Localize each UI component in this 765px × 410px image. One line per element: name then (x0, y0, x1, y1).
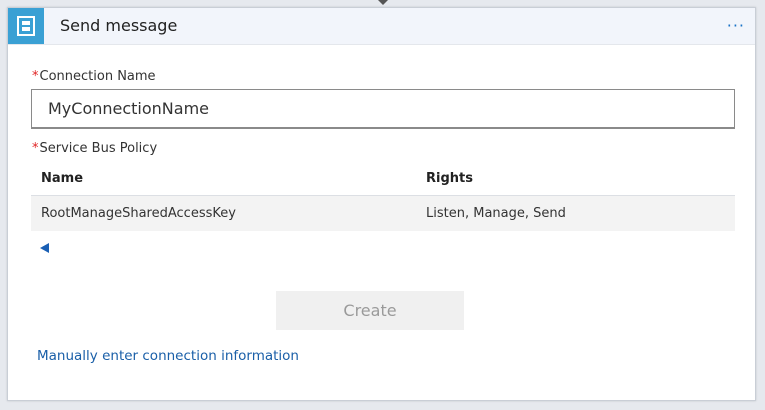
table-header: Name Rights (31, 163, 735, 196)
service-bus-policy-label: *Service Bus Policy (32, 141, 158, 156)
required-marker: * (32, 69, 39, 84)
action-card: Send message ··· *Connection Name *Servi… (7, 7, 756, 401)
more-options-button[interactable]: ··· (727, 16, 745, 36)
service-bus-icon (8, 8, 44, 44)
column-header-name: Name (41, 171, 84, 186)
policy-name-cell: RootManageSharedAccessKey (41, 206, 236, 221)
connection-name-label: *Connection Name (32, 69, 156, 84)
page: Send message ··· *Connection Name *Servi… (0, 0, 765, 410)
manual-connection-link[interactable]: Manually enter connection information (37, 347, 299, 365)
connection-name-input[interactable] (31, 89, 735, 129)
card-header[interactable]: Send message ··· (8, 8, 755, 45)
card-title: Send message (60, 16, 178, 35)
create-button[interactable]: Create (276, 291, 464, 330)
column-header-rights: Rights (426, 171, 473, 186)
scroll-left-arrow-icon[interactable] (40, 243, 49, 253)
policy-table: Name Rights RootManageSharedAccessKey Li… (31, 163, 735, 231)
connector-arrow-icon (378, 0, 388, 5)
policy-rights-cell: Listen, Manage, Send (426, 206, 566, 221)
required-marker: * (32, 141, 39, 156)
table-row[interactable]: RootManageSharedAccessKey Listen, Manage… (31, 196, 735, 231)
